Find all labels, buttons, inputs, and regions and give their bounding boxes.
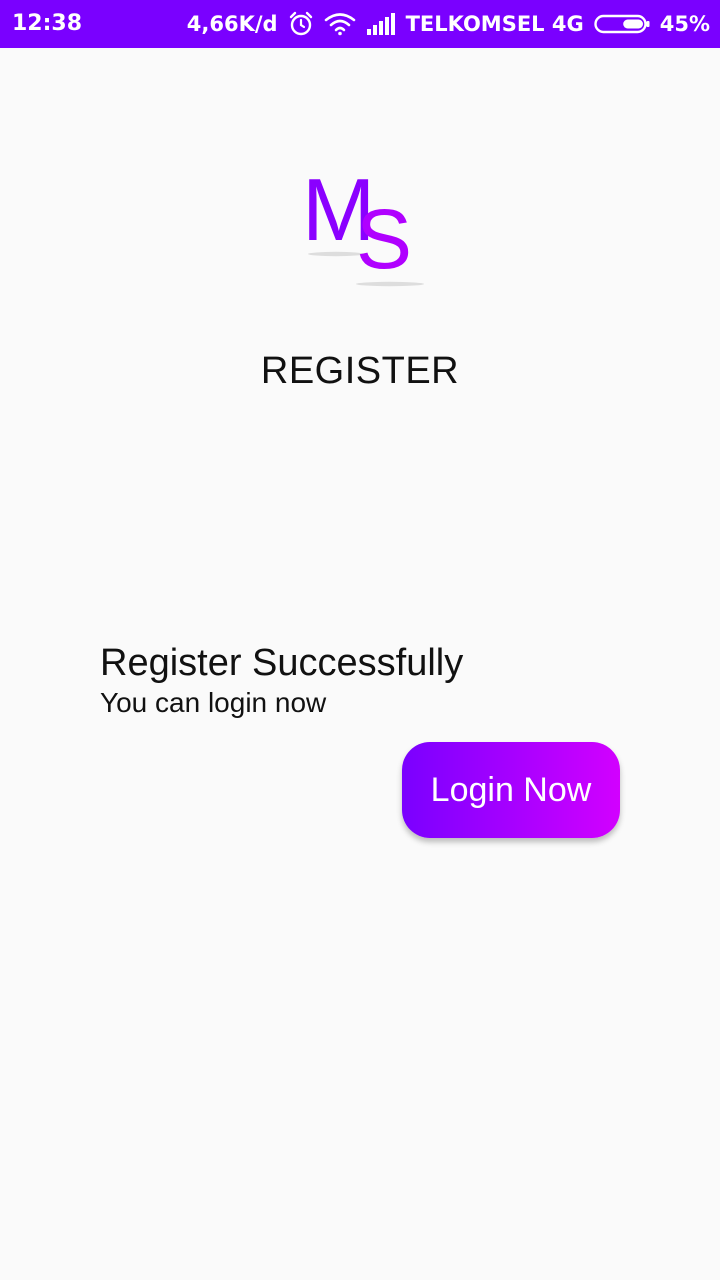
battery-percent: 45% (659, 12, 710, 36)
status-bar: 12:38 4,66K/d TELKOMSEL 4G 45% (0, 0, 720, 48)
logo-letter-s: S (356, 192, 412, 286)
status-time: 12:38 (12, 11, 83, 36)
login-now-button[interactable]: Login Now (402, 742, 620, 838)
app-logo: M S (300, 160, 430, 290)
network-speed: 4,66K/d (186, 12, 278, 36)
status-icons: 4,66K/d TELKOMSEL 4G 45% (187, 0, 710, 48)
wifi-icon (324, 12, 356, 36)
success-subtitle: You can login now (100, 687, 327, 718)
alarm-icon (288, 11, 314, 37)
carrier-name: TELKOMSEL 4G (405, 12, 584, 36)
battery-icon (594, 14, 650, 34)
page-title: REGISTER (260, 350, 460, 392)
signal-icon (366, 13, 396, 35)
success-title: Register Successfully (100, 642, 464, 684)
